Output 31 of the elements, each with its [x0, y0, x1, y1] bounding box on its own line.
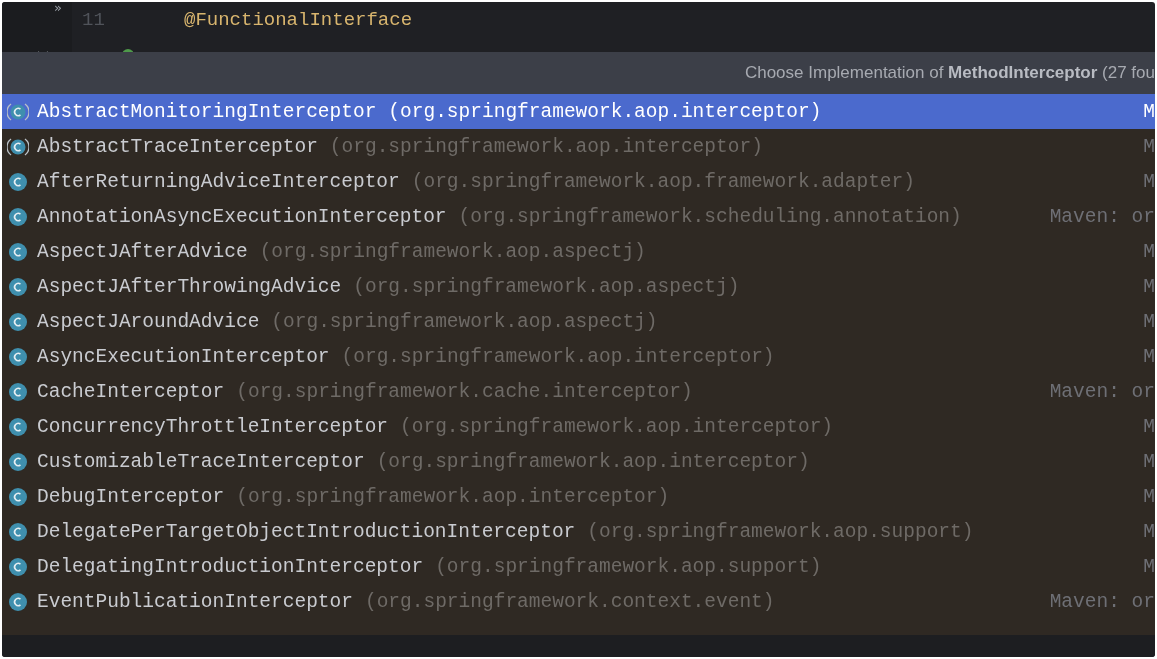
class-icon: [7, 310, 29, 333]
list-item[interactable]: ConcurrencyThrottleInterceptor (org.springframework.aop.interceptor) M: [2, 409, 1155, 444]
list-item[interactable]: DebugInterceptor (org.springframework.aop.interceptor) M: [2, 479, 1155, 514]
class-icon: [7, 380, 29, 403]
class-icon: [7, 590, 29, 613]
class-icon: [7, 170, 29, 193]
list-item[interactable]: AbstractMonitoringInterceptor (org.springframework.aop.interceptor) M: [2, 94, 1155, 129]
popup-title: Choose Implementation of MethodInterceptor (27 fou: [744, 63, 1155, 83]
list-item[interactable]: DelegatePerTargetObjectIntroductionInterceptor (org.springframework.aop.support) M: [2, 514, 1155, 549]
class-icon: [7, 415, 29, 438]
list-item[interactable]: AsyncExecutionInterceptor (org.springframework.aop.interceptor) M: [2, 339, 1155, 374]
class-icon: [7, 275, 29, 298]
class-icon: [7, 240, 29, 263]
list-item[interactable]: EventPublicationInterceptor (org.springframework.context.event) Maven: or: [2, 584, 1155, 619]
list-item[interactable]: AspectJAroundAdvice (org.springframework.aop.aspectj) M: [2, 304, 1155, 339]
list-item[interactable]: AspectJAfterThrowingAdvice (org.springframework.aop.aspectj) M: [2, 269, 1155, 304]
list-item[interactable]: AfterReturningAdviceInterceptor (org.springframework.aop.framework.adapter) M: [2, 164, 1155, 199]
list-item[interactable]: DelegatingIntroductionInterceptor (org.springframework.aop.support) M: [2, 549, 1155, 584]
list-item[interactable]: AspectJAfterAdvice (org.springframework.aop.aspectj) M: [2, 234, 1155, 269]
list-item[interactable]: AnnotationAsyncExecutionInterceptor (org.springframework.scheduling.annotation) Maven: or: [2, 199, 1155, 234]
code-line: @FunctionalInterface: [183, 8, 413, 31]
class-icon: [7, 345, 29, 368]
class-icon: [7, 485, 29, 508]
collapse-toggle[interactable]: »: [54, 2, 62, 15]
list-item[interactable]: CacheInterceptor (org.springframework.cache.interceptor) Maven: or: [2, 374, 1155, 409]
list-item[interactable]: CustomizableTraceInterceptor (org.springframework.aop.interceptor) M: [2, 444, 1155, 479]
list-item[interactable]: AbstractTraceInterceptor (org.springframework.aop.interceptor) M: [2, 129, 1155, 164]
class-icon: [7, 520, 29, 543]
class-icon: [7, 205, 29, 228]
class-icon: [7, 450, 29, 473]
class-icon: [7, 555, 29, 578]
